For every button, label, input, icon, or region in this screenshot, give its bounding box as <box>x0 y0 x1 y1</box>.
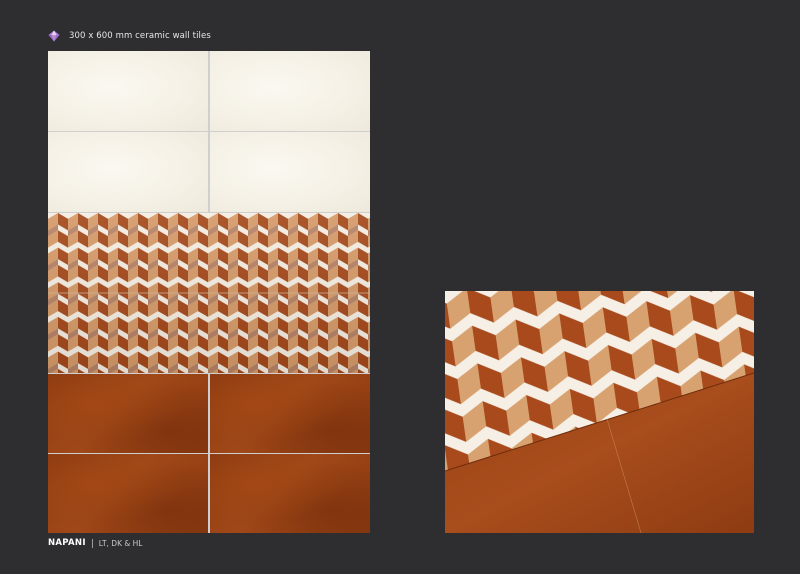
highlighter-pattern-tiles <box>48 213 370 373</box>
header: 300 x 600 mm ceramic wall tiles <box>48 29 211 43</box>
dark-tile <box>210 374 370 453</box>
footer: NAPANI LT, DK & HL <box>48 537 142 549</box>
series-name: NAPANI <box>48 538 86 548</box>
diamond-logo-icon <box>48 30 60 42</box>
header-text: 300 x 600 mm ceramic wall tiles <box>69 31 211 41</box>
closeup-image <box>445 291 754 533</box>
dark-tile <box>48 374 208 453</box>
tile-layout-board <box>48 51 370 533</box>
closeup-tile-view <box>445 291 754 533</box>
light-tile <box>210 51 370 131</box>
footer-divider <box>91 538 93 548</box>
light-tile <box>210 132 370 212</box>
light-tile <box>48 132 208 212</box>
dark-tile <box>210 454 370 533</box>
hex-cube-pattern <box>48 213 370 373</box>
series-variants: LT, DK & HL <box>98 538 143 548</box>
light-tile <box>48 51 208 131</box>
dark-tile <box>48 454 208 533</box>
